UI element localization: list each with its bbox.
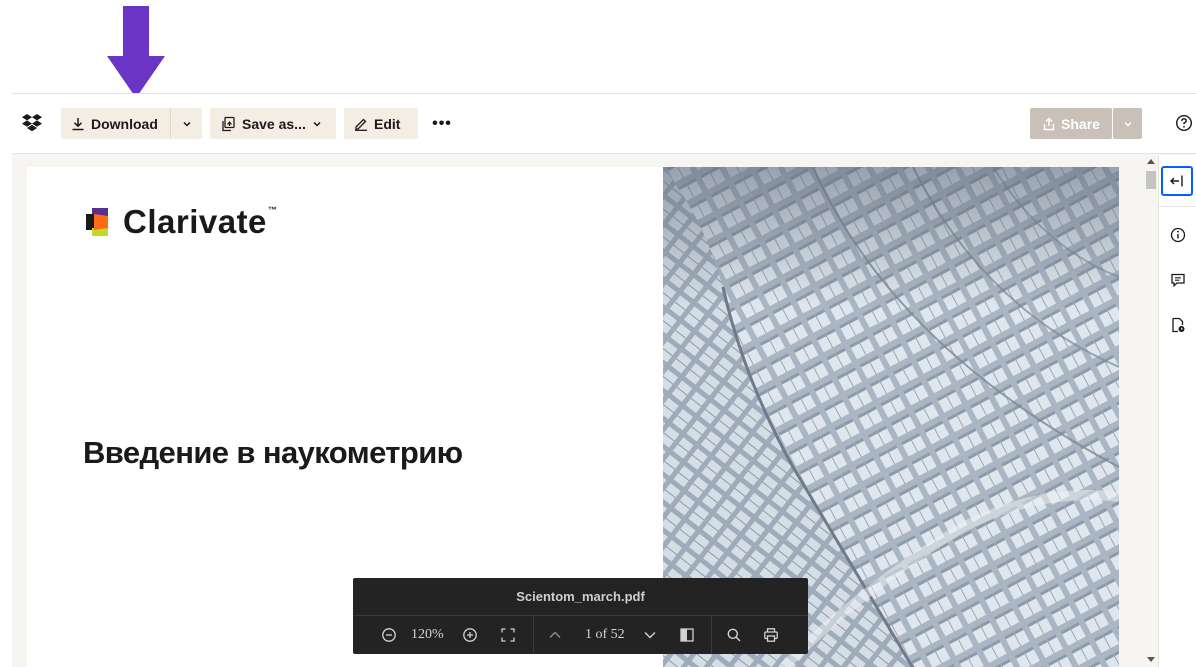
more-options-button[interactable]: ••• xyxy=(430,108,454,139)
brand-name: Clarivate xyxy=(123,203,267,240)
page-indicator: 1 of 52 xyxy=(585,627,625,642)
info-icon[interactable] xyxy=(1169,226,1187,244)
sidebar-toggle-button[interactable] xyxy=(680,626,694,644)
zoom-in-icon xyxy=(463,628,477,642)
scroll-thumb[interactable] xyxy=(1146,171,1156,189)
zoom-out-button[interactable] xyxy=(381,626,397,644)
save-as-icon xyxy=(222,116,235,131)
pdf-controls-row: 120% 1 of 52 xyxy=(353,616,808,654)
download-icon xyxy=(72,117,84,130)
comment-icon[interactable] xyxy=(1169,271,1187,289)
toolbar: Download Save as... Edit ••• Share xyxy=(12,94,1196,154)
zoom-level: 120% xyxy=(411,627,444,642)
search-button[interactable] xyxy=(726,626,742,644)
share-options-button[interactable] xyxy=(1113,108,1142,139)
help-icon[interactable] xyxy=(1175,114,1193,132)
chevron-down-icon xyxy=(313,121,321,127)
vertical-scrollbar[interactable] xyxy=(1144,155,1158,667)
download-options-button[interactable] xyxy=(171,108,202,139)
clarivate-logo: Clarivate ™ xyxy=(83,203,277,241)
document-title: Введение в наукометрию xyxy=(83,435,463,470)
chevron-down-icon xyxy=(182,121,191,127)
share-button[interactable]: Share xyxy=(1030,108,1112,139)
share-icon xyxy=(1043,117,1055,130)
right-side-rail xyxy=(1158,155,1196,667)
fullscreen-button[interactable] xyxy=(500,626,516,644)
save-as-button[interactable]: Save as... xyxy=(210,108,336,139)
print-icon xyxy=(764,628,778,642)
controls-divider xyxy=(533,616,534,654)
pencil-icon xyxy=(355,118,367,131)
zoom-out-icon xyxy=(382,628,396,642)
download-label: Download xyxy=(91,115,158,132)
annotation-arrow xyxy=(107,6,165,98)
search-icon xyxy=(727,628,741,642)
controls-divider xyxy=(711,616,712,654)
edit-button[interactable]: Edit xyxy=(344,108,418,139)
clarivate-mark-icon xyxy=(86,208,114,236)
share-label: Share xyxy=(1061,115,1100,132)
pdf-control-bar: Scientom_march.pdf 120% 1 of 52 xyxy=(353,578,808,654)
zoom-in-button[interactable] xyxy=(462,626,478,644)
previous-page-button[interactable] xyxy=(547,626,563,644)
brand-trademark: ™ xyxy=(267,205,277,215)
collapse-panel-icon xyxy=(1170,175,1183,187)
dropbox-logo-icon[interactable] xyxy=(22,113,42,133)
edit-label: Edit xyxy=(374,115,401,132)
next-page-button[interactable] xyxy=(642,626,658,644)
scroll-down-arrow-icon[interactable] xyxy=(1147,657,1155,662)
sidebar-toggle-icon xyxy=(680,628,694,642)
collapse-panel-button[interactable] xyxy=(1161,166,1193,196)
rail-divider xyxy=(1159,206,1196,207)
chevron-up-icon xyxy=(549,631,561,638)
scroll-up-arrow-icon[interactable] xyxy=(1147,159,1155,164)
chevron-down-icon xyxy=(644,632,656,639)
download-button[interactable]: Download xyxy=(61,108,170,139)
pdf-filename: Scientom_march.pdf xyxy=(353,578,808,616)
fullscreen-icon xyxy=(501,628,515,642)
file-activity-icon[interactable] xyxy=(1169,316,1187,334)
chevron-down-icon xyxy=(1123,121,1132,127)
print-button[interactable] xyxy=(763,626,779,644)
save-as-label: Save as... xyxy=(242,115,306,132)
